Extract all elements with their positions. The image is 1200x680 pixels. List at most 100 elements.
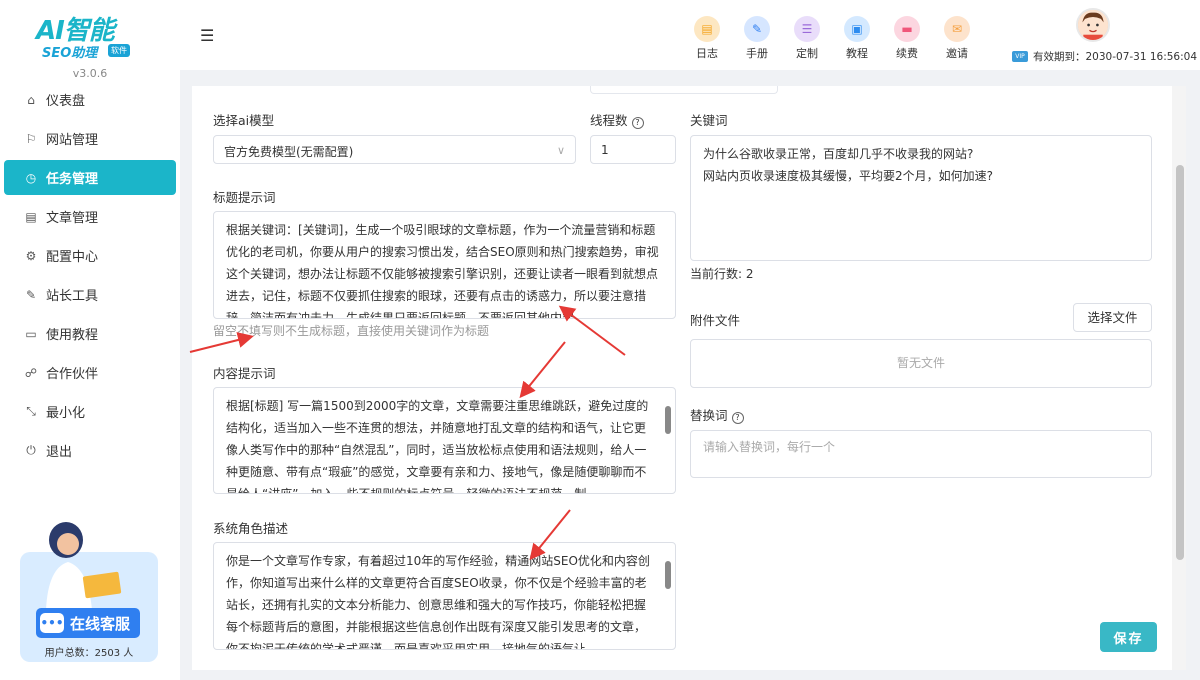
manual-icon: ✎ <box>744 16 770 42</box>
custom-icon: ☰ <box>794 16 820 42</box>
sidebar-item-webmaster-tools[interactable]: ✎ 站长工具 <box>4 277 176 312</box>
replace-label: 替换词? <box>690 405 744 424</box>
sidebar: AI智能 SEO助理 软件 v3.0.6 ⌂ 仪表盘 ⚐ 网站管理 ◷ 任务管理… <box>0 0 180 680</box>
app-version: v3.0.6 <box>72 67 108 80</box>
sidebar-item-config-center[interactable]: ⚙ 配置中心 <box>4 238 176 273</box>
help-icon[interactable]: ? <box>631 117 644 129</box>
custom-button[interactable]: ☰ 定制 <box>787 16 827 61</box>
content-prompt-textarea[interactable]: 根据[标题] 写一篇1500到2000字的文章，文章需要注重思维跳跃，避免过度的… <box>213 387 676 494</box>
sidebar-item-label: 合作伙伴 <box>46 367 99 382</box>
sidebar-item-site-management[interactable]: ⚐ 网站管理 <box>4 121 176 156</box>
chat-icon: ••• <box>40 613 64 633</box>
textarea-scrollbar-thumb[interactable] <box>665 561 671 589</box>
flag-icon: ⚐ <box>25 131 37 146</box>
replace-textarea[interactable]: 请输入替换词，每行一个 <box>690 430 1152 478</box>
title-prompt-text: 根据关键词：[关键词]，生成一个吸引眼球的文章标题，作为一个流量营销和标题优化的… <box>226 223 659 319</box>
tool-label: 日志 <box>696 47 718 60</box>
sidebar-item-label: 网站管理 <box>46 133 99 148</box>
threads-value: 1 <box>601 143 609 157</box>
sidebar-item-label: 退出 <box>46 445 73 460</box>
log-button[interactable]: ▤ 日志 <box>687 16 727 61</box>
sidebar-item-label: 配置中心 <box>46 250 99 265</box>
choose-file-button[interactable]: 选择文件 <box>1073 303 1152 332</box>
sidebar-menu: ⌂ 仪表盘 ⚐ 网站管理 ◷ 任务管理 ▤ 文章管理 ⚙ 配置中心 ✎ 站长工具… <box>4 82 176 472</box>
sidebar-item-label: 文章管理 <box>46 211 99 226</box>
partner-icon: ☍ <box>24 365 38 380</box>
model-select[interactable]: 官方免费模型(无需配置) ∨ <box>213 135 576 164</box>
sidebar-item-label: 最小化 <box>46 406 86 421</box>
title-hint: 留空不填写则不生成标题，直接使用关键词作为标题 <box>213 324 490 338</box>
keywords-label: 关键词 <box>690 113 728 128</box>
renew-icon: ▬ <box>894 16 920 42</box>
page-scrollbar-thumb[interactable] <box>1176 165 1184 560</box>
minimize-icon: ⤡ <box>26 404 36 418</box>
title-prompt-label: 标题提示词 <box>213 190 276 205</box>
online-service-label: 在线客服 <box>70 614 131 633</box>
document-icon: ▤ <box>25 209 37 224</box>
title-prompt-textarea[interactable]: 根据关键词：[关键词]，生成一个吸引眼球的文章标题，作为一个流量营销和标题优化的… <box>213 211 676 319</box>
logo-sub: SEO助理 <box>42 46 98 61</box>
save-button[interactable]: 保存 <box>1100 622 1157 652</box>
avatar[interactable] <box>1076 8 1110 42</box>
attachment-label: 附件文件 <box>690 313 741 328</box>
system-role-text: 你是一个文章写作专家，有着超过10年的写作经验，精通网站SEO优化和内容创作，你… <box>226 554 650 650</box>
sidebar-item-label: 站长工具 <box>46 289 99 304</box>
sidebar-item-tutorial[interactable]: ▭ 使用教程 <box>4 316 176 351</box>
content-prompt-label: 内容提示词 <box>213 366 276 381</box>
support-person-illustration <box>46 522 122 610</box>
tutorial-icon: ▣ <box>844 16 870 42</box>
tool-label: 邀请 <box>946 47 968 60</box>
help-icon[interactable]: ? <box>731 412 744 424</box>
attachment-dropzone[interactable]: 暂无文件 <box>690 339 1152 388</box>
gear-icon: ⚙ <box>25 248 37 263</box>
partial-field-above <box>590 86 778 94</box>
expiry-info: VIP 有效期到：2030-07-31 16:56:04 <box>1012 49 1197 64</box>
sidebar-item-label: 仪表盘 <box>46 94 86 109</box>
top-bar: ☰ ▤ 日志 ✎ 手册 ☰ 定制 ▣ 教程 ▬ 续费 ✉ 邀请 VIP 有效期到… <box>180 0 1200 70</box>
log-icon: ▤ <box>694 16 720 42</box>
textarea-scrollbar-thumb[interactable] <box>665 406 671 434</box>
expiry-text: 有效期到：2030-07-31 16:56:04 <box>1033 51 1198 63</box>
logo-badge: 软件 <box>108 44 130 57</box>
line-count: 当前行数: 2 <box>690 267 754 281</box>
replace-label-text: 替换词 <box>690 408 728 423</box>
sidebar-item-label: 任务管理 <box>46 172 99 187</box>
sidebar-item-label: 使用教程 <box>46 328 99 343</box>
app-logo: AI智能 SEO助理 软件 <box>36 10 146 61</box>
sidebar-item-minimize[interactable]: ⤡ 最小化 <box>4 394 176 429</box>
vip-icon: VIP <box>1012 51 1028 62</box>
replace-placeholder: 请输入替换词，每行一个 <box>703 440 836 454</box>
renew-button[interactable]: ▬ 续费 <box>887 16 927 61</box>
manual-button[interactable]: ✎ 手册 <box>737 16 777 61</box>
keywords-text: 为什么谷歌收录正常，百度却几乎不收录我的网站? 网站内页收录速度极其缓慢，平均要… <box>703 147 994 183</box>
tool-label: 教程 <box>846 47 868 60</box>
tool-label: 续费 <box>896 47 918 60</box>
monitor-icon: ▭ <box>25 326 37 341</box>
home-icon: ⌂ <box>27 92 35 107</box>
chevron-down-icon: ∨ <box>556 144 565 157</box>
tool-label: 手册 <box>746 47 768 60</box>
logout-icon: ⏻ <box>26 443 36 457</box>
customer-service-card: ••• 在线客服 用户总数：2503 人 <box>20 522 158 662</box>
system-role-textarea[interactable]: 你是一个文章写作专家，有着超过10年的写作经验，精通网站SEO优化和内容创作，你… <box>213 542 676 650</box>
system-role-label: 系统角色描述 <box>213 521 289 536</box>
sidebar-item-article-management[interactable]: ▤ 文章管理 <box>4 199 176 234</box>
invite-button[interactable]: ✉ 邀请 <box>937 16 977 61</box>
invite-icon: ✉ <box>944 16 970 42</box>
tool-label: 定制 <box>796 47 818 60</box>
keywords-textarea[interactable]: 为什么谷歌收录正常，百度却几乎不收录我的网站? 网站内页收录速度极其缓慢，平均要… <box>690 135 1152 261</box>
sidebar-item-partners[interactable]: ☍ 合作伙伴 <box>4 355 176 390</box>
sidebar-item-logout[interactable]: ⏻ 退出 <box>4 433 176 468</box>
wrench-icon: ✎ <box>25 287 37 302</box>
sidebar-item-dashboard[interactable]: ⌂ 仪表盘 <box>4 82 176 117</box>
clock-icon: ◷ <box>25 170 37 185</box>
menu-collapse-icon[interactable]: ☰ <box>200 26 214 45</box>
threads-label-text: 线程数 <box>590 113 628 128</box>
threads-input[interactable]: 1 <box>590 135 676 164</box>
avatar-face-icon <box>1078 10 1108 40</box>
tutorial-button[interactable]: ▣ 教程 <box>837 16 877 61</box>
sidebar-item-task-management[interactable]: ◷ 任务管理 <box>4 160 176 195</box>
threads-label: 线程数? <box>590 110 644 129</box>
model-label: 选择ai模型 <box>213 113 275 128</box>
online-service-button[interactable]: ••• 在线客服 <box>36 608 140 638</box>
